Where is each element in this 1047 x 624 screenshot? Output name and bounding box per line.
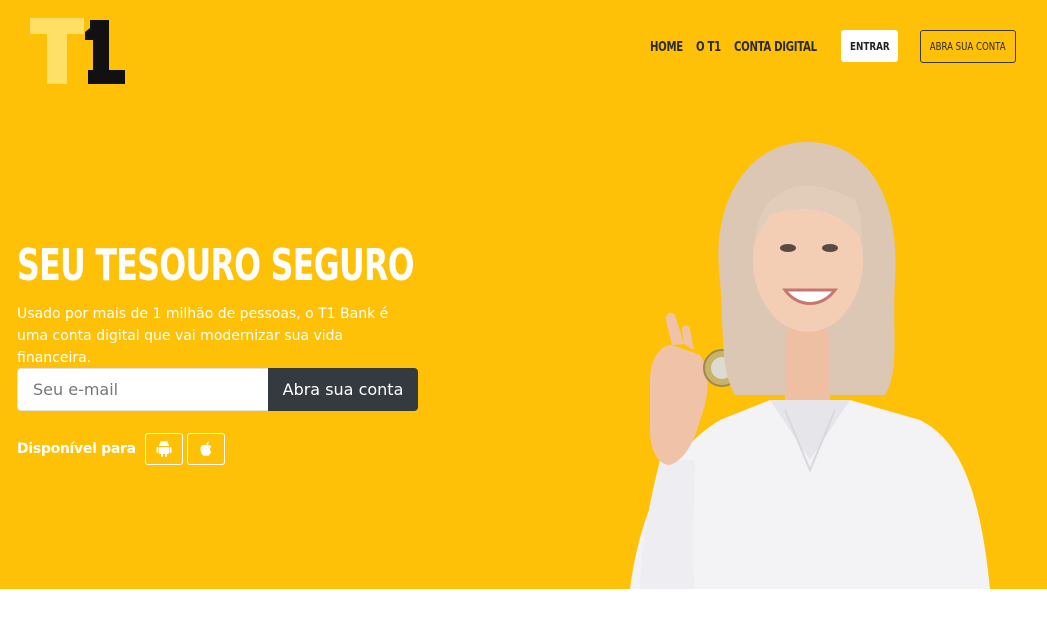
login-button[interactable]: ENTRAR xyxy=(841,30,898,62)
signup-form: Abra sua conta xyxy=(17,368,418,411)
nav-home-link[interactable]: HOME xyxy=(650,40,683,55)
apple-store-button[interactable] xyxy=(186,433,225,465)
hero-subtitle: Usado por mais de 1 milhão de pessoas, o… xyxy=(17,306,389,366)
email-input[interactable] xyxy=(17,368,268,411)
app-availability: Disponível para xyxy=(17,433,225,465)
open-account-button[interactable]: Abra sua conta xyxy=(268,368,418,411)
open-account-header-button[interactable]: ABRA SUA CONTA xyxy=(920,30,1016,63)
t1-logo[interactable] xyxy=(30,18,136,84)
hero-woman-photo xyxy=(630,141,990,589)
apple-icon xyxy=(200,441,212,456)
nav-digital-account-link[interactable]: CONTA DIGITAL xyxy=(734,40,817,55)
hero-title: SEU TESOURO SEGURO xyxy=(17,240,415,291)
hero-section: HOME O T1 CONTA DIGITAL ENTRAR ABRA SUA … xyxy=(0,0,1047,589)
android-store-button[interactable] xyxy=(144,433,183,465)
nav-about-link[interactable]: O T1 xyxy=(696,40,721,55)
open-account-header-label: ABRA SUA CONTA xyxy=(930,40,1006,53)
android-icon xyxy=(156,440,172,457)
page-below-hero xyxy=(0,589,1047,624)
availability-label: Disponível para xyxy=(17,441,136,457)
login-button-label: ENTRAR xyxy=(849,39,890,53)
